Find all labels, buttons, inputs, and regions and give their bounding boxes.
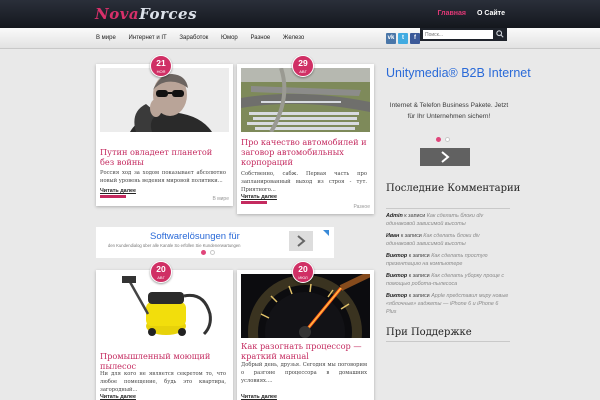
post-image-man[interactable]: [100, 68, 229, 132]
accent-bar: [241, 201, 267, 204]
badge-day: 20: [298, 264, 308, 274]
comment-to: к записи: [400, 233, 422, 239]
sidebar-ad-title[interactable]: Unitymedia® B2B Internet: [386, 66, 531, 80]
read-more-link[interactable]: Читать далее: [100, 394, 136, 400]
comment-to: к записи: [408, 273, 430, 279]
carousel-dot-active[interactable]: [201, 250, 206, 255]
facebook-icon[interactable]: f: [410, 33, 420, 44]
chevron-right-icon: [441, 151, 450, 163]
top-nav: Главная О Сайте: [429, 10, 505, 17]
date-badge: 20 Авг: [150, 261, 172, 283]
post-category[interactable]: Разное: [353, 204, 370, 210]
post-title[interactable]: Промышленный моющий пылесос: [100, 351, 228, 371]
divider: [386, 208, 510, 209]
comment-author[interactable]: Admin: [386, 213, 403, 219]
post-title[interactable]: Как разогнать процессор — краткий манual: [241, 341, 369, 361]
comment-to: к записи: [408, 253, 430, 259]
menu-item-misc[interactable]: Разное: [250, 35, 270, 41]
post-image-vacuum[interactable]: [100, 274, 229, 338]
post-category[interactable]: В мире: [212, 196, 229, 202]
comment-to: к записи: [404, 213, 426, 219]
read-more-link[interactable]: Читать далее: [241, 394, 277, 400]
date-badge: 21 Ноя: [150, 55, 172, 77]
date-badge: 29 Авг: [292, 55, 314, 77]
accent-bar: [100, 195, 126, 198]
search-box: [420, 28, 507, 41]
badge-day: 20: [156, 264, 166, 274]
date-badge: 20 Июл: [292, 261, 314, 283]
search-icon[interactable]: [496, 30, 504, 38]
comment-item: Виктор к записи Apple представил миру но…: [386, 292, 510, 316]
divider: [386, 341, 510, 342]
comment-author[interactable]: Виктор: [386, 253, 407, 259]
badge-month: Авг: [157, 275, 165, 280]
comment-author[interactable]: Виктор: [386, 293, 407, 299]
top-link-home[interactable]: Главная: [438, 10, 466, 17]
post-excerpt: Ни для кого не является секретом то, что…: [100, 371, 226, 393]
ad-banner[interactable]: Softwarelösungen für den Kundendialog üb…: [96, 227, 334, 258]
post-card: Как разогнать процессор — краткий манual…: [237, 270, 374, 400]
ad-next-button[interactable]: [289, 231, 313, 251]
comment-to: к записи: [408, 293, 430, 299]
comments-widget-title: Последние Комментарии: [386, 183, 521, 194]
vk-icon[interactable]: vk: [386, 33, 396, 44]
category-menu: В мире Интернет и IT Заработок Юмор Разн…: [96, 35, 315, 41]
post-image-speedometer[interactable]: [241, 274, 370, 338]
menu-item-world[interactable]: В мире: [96, 35, 116, 41]
post-card: Промышленный моющий пылесос Ни для кого …: [96, 270, 233, 400]
read-more-link[interactable]: Читать далее: [100, 188, 136, 194]
post-title[interactable]: Про качество автомобилей и заговор автом…: [241, 137, 369, 167]
comment-item: Виктор к записи Как сделать уборку проще…: [386, 272, 510, 288]
chevron-right-icon: [297, 235, 306, 247]
post-excerpt: Собственно, сабж. Первая часть про запла…: [241, 171, 367, 193]
sidebar-ad-body: Internet & Telefon Business Pakete. Jetz…: [389, 102, 509, 120]
ad-banner-subtitle: den Kundendialog über alle Kanäle So erf…: [108, 243, 241, 248]
site-logo[interactable]: NovaForces: [95, 5, 197, 23]
logo-part1: Nova: [95, 5, 140, 23]
badge-month: Ноя: [156, 69, 166, 74]
comment-author[interactable]: Иван: [386, 233, 399, 239]
ad-banner-title[interactable]: Softwarelösungen für: [150, 231, 240, 242]
post-card: Путин овладеет планетой без войны Россия…: [96, 64, 233, 206]
badge-day: 21: [156, 58, 166, 68]
top-link-about[interactable]: О Сайте: [477, 10, 505, 17]
post-image-cars[interactable]: [241, 68, 370, 132]
badge-month: Июл: [298, 275, 308, 280]
menu-item-earnings[interactable]: Заработок: [179, 35, 208, 41]
post-excerpt: Добрый день, друзья. Сегодня мы поговори…: [241, 362, 367, 384]
support-widget-title: При Поддержке: [386, 327, 472, 338]
carousel-dot-active[interactable]: [436, 137, 441, 142]
search-input[interactable]: [423, 30, 493, 39]
comment-item: Иван к записи Как сделать блоки div один…: [386, 232, 510, 248]
comment-item: Виктор к записи Как сделать простую през…: [386, 252, 510, 268]
ad-info-icon[interactable]: [322, 229, 330, 237]
logo-part2: Forces: [139, 5, 198, 23]
carousel-dot[interactable]: [210, 250, 215, 255]
badge-month: Авг: [299, 69, 307, 74]
recent-comments: Admin к записи Как сделать блоки div оди…: [386, 212, 510, 320]
site-header: NovaForces Главная О Сайте: [0, 0, 600, 28]
post-card: Про качество автомобилей и заговор автом…: [237, 64, 374, 214]
post-title[interactable]: Путин овладеет планетой без войны: [100, 147, 228, 167]
menu-item-hardware[interactable]: Железо: [283, 35, 304, 41]
twitter-icon[interactable]: t: [398, 33, 408, 44]
menu-item-internet[interactable]: Интернет и IT: [129, 35, 167, 41]
main-nav: В мире Интернет и IT Заработок Юмор Разн…: [0, 28, 600, 49]
carousel-dot[interactable]: [445, 137, 450, 142]
read-more-link[interactable]: Читать далее: [241, 194, 277, 200]
menu-item-humor[interactable]: Юмор: [221, 35, 238, 41]
post-excerpt: Россия ход за ходом показывает абсолютно…: [100, 170, 226, 184]
comment-item: Admin к записи Как сделать блоки div оди…: [386, 212, 510, 228]
comment-author[interactable]: Виктор: [386, 273, 407, 279]
badge-day: 29: [298, 58, 308, 68]
sidebar-ad-button[interactable]: [420, 148, 470, 166]
